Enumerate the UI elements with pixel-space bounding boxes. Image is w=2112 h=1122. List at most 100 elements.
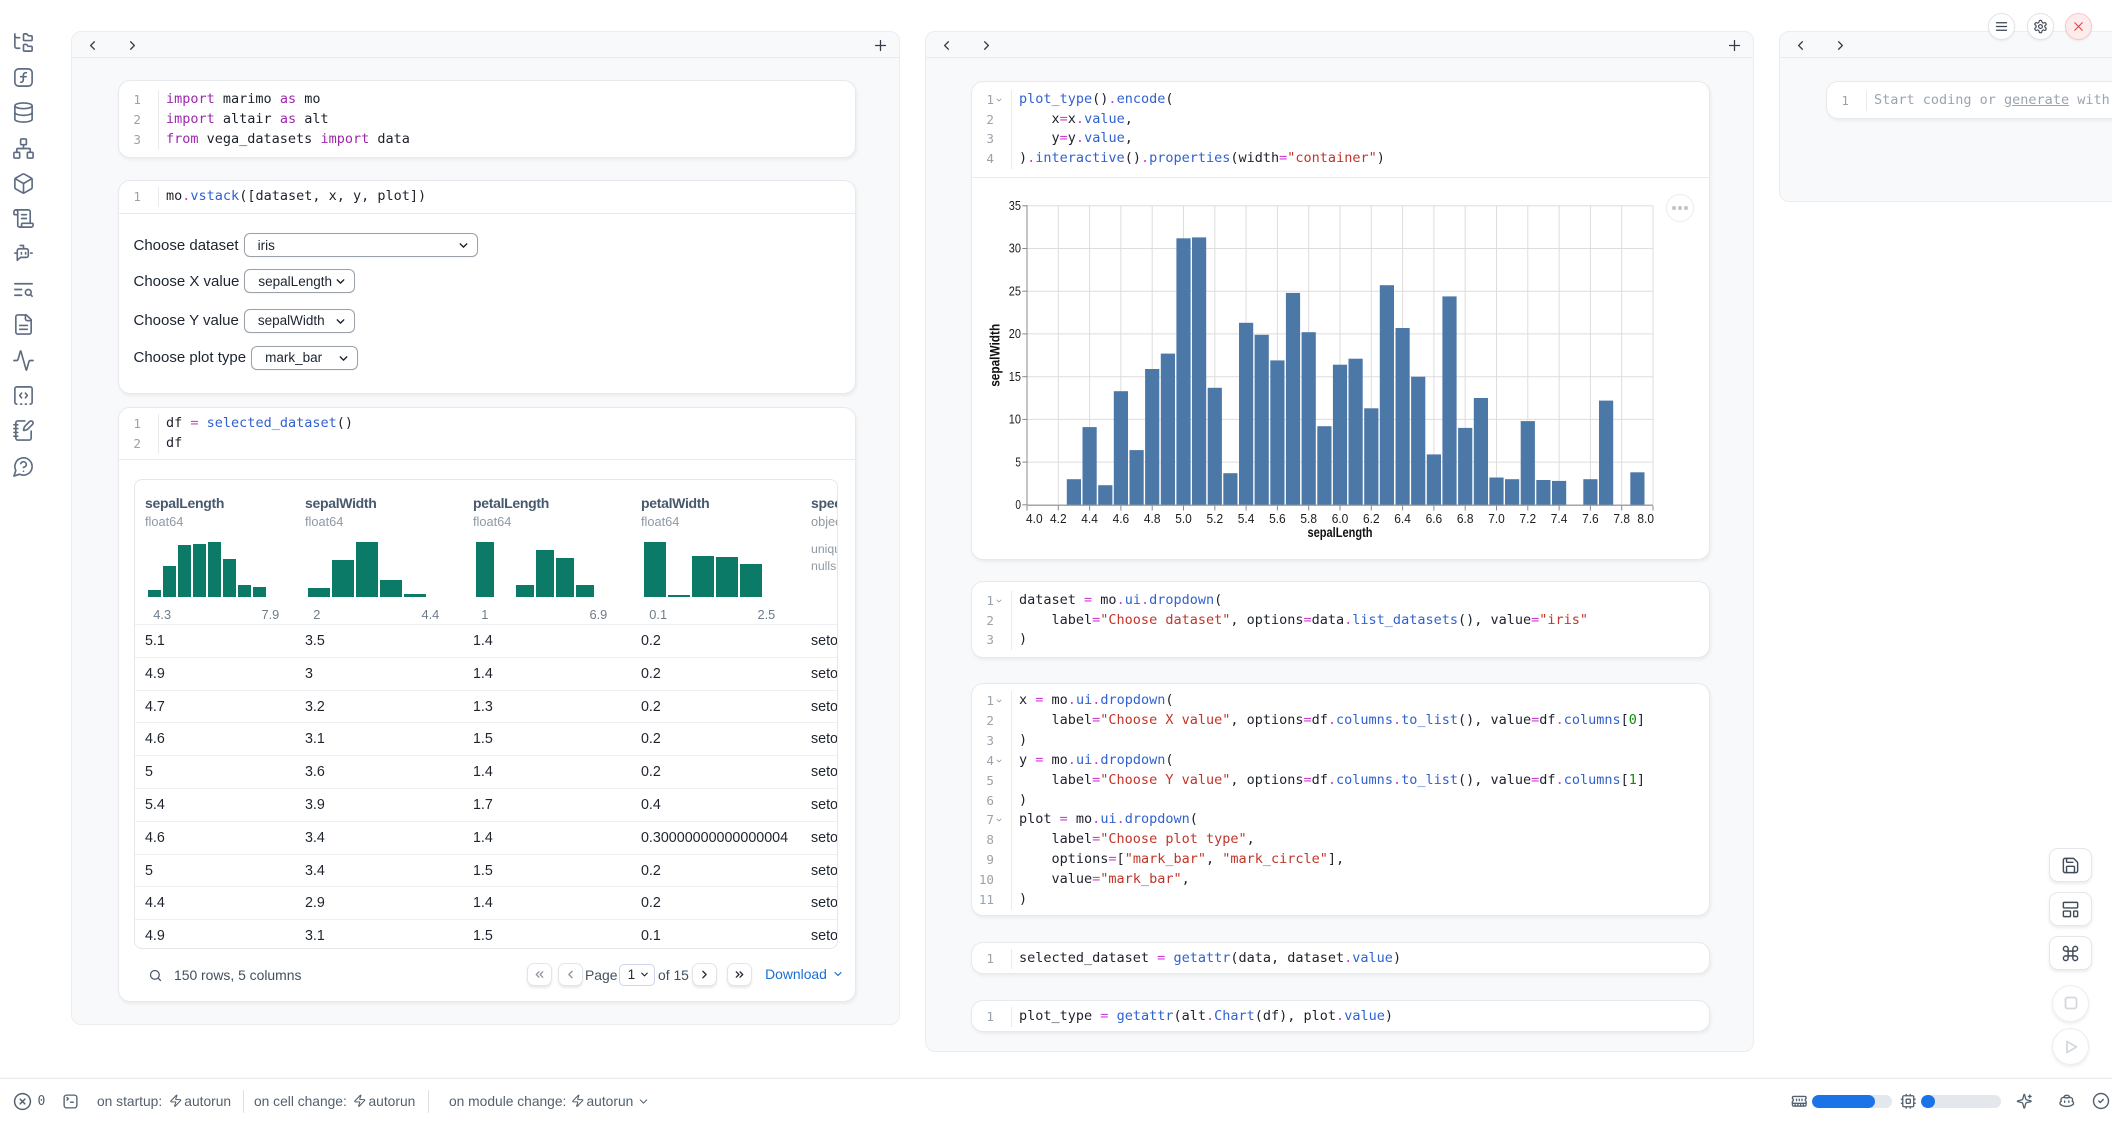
fold-marker bbox=[994, 731, 1005, 751]
cell-imports[interactable]: 1import marimo as mo2import altair as al… bbox=[118, 80, 856, 158]
copilot-button[interactable] bbox=[2058, 1079, 2076, 1122]
column-move-left-button[interactable] bbox=[1790, 35, 1810, 55]
run-button[interactable] bbox=[2052, 1028, 2089, 1065]
code-editor[interactable]: 1Start coding or generate with AI bbox=[1827, 82, 2112, 119]
sidebar-box[interactable] bbox=[12, 172, 35, 195]
table-row[interactable]: 4.63.11.50.2setosa bbox=[135, 722, 837, 755]
sidebar-folder-tree[interactable] bbox=[12, 31, 35, 54]
first-page-button[interactable] bbox=[527, 963, 552, 986]
search-icon[interactable] bbox=[148, 968, 163, 983]
cell-code[interactable]: 1plot_type = getattr(alt.Chart(df), plot… bbox=[971, 1000, 1710, 1032]
on-module-change: on module change: bbox=[449, 1079, 566, 1122]
cell-chart[interactable]: 1plot_type().encode(2 x=x.value,3 y=y.va… bbox=[971, 81, 1710, 560]
code-token: ( bbox=[1214, 592, 1222, 608]
module-change-menu-chevron[interactable] bbox=[637, 1079, 650, 1122]
connection-status-indicator[interactable] bbox=[2092, 1079, 2110, 1122]
sidebar-bot-chat[interactable] bbox=[12, 243, 35, 266]
last-page-button[interactable] bbox=[727, 963, 752, 986]
bar bbox=[1489, 478, 1503, 505]
on-startup-autorun-button[interactable]: autorun bbox=[184, 1079, 231, 1122]
cell-dataframe[interactable]: 1df = selected_dataset()2dfsepalLengthfl… bbox=[118, 407, 856, 1002]
command-palette-button[interactable] bbox=[2049, 936, 2092, 970]
sidebar-network[interactable] bbox=[12, 137, 35, 160]
column-move-right-button[interactable] bbox=[1830, 35, 1850, 55]
column-move-right-button[interactable] bbox=[976, 35, 996, 55]
add-column-button[interactable] bbox=[870, 35, 890, 55]
code-editor[interactable]: 1plot_type = getattr(alt.Chart(df), plot… bbox=[972, 1001, 1709, 1032]
page-select[interactable]: 1 bbox=[619, 964, 656, 986]
cell-vstack[interactable]: 1mo.vstack([dataset, x, y, plot])Choose … bbox=[118, 180, 856, 394]
column-header[interactable]: sepalWidth bbox=[305, 495, 377, 511]
add-column-button[interactable] bbox=[1724, 35, 1744, 55]
sidebar-file-text[interactable] bbox=[12, 313, 35, 336]
code-editor[interactable]: 1x = mo.ui.dropdown(2 label="Choose X va… bbox=[972, 684, 1709, 916]
settings-button[interactable] bbox=[2027, 13, 2054, 40]
table-row[interactable]: 4.42.91.40.2setosa bbox=[135, 886, 837, 919]
code-token: y bbox=[1019, 752, 1035, 768]
on-cell-change-autorun-button[interactable]: autorun bbox=[369, 1079, 416, 1122]
table-row[interactable]: 4.63.41.40.30000000000000004setosa bbox=[135, 821, 837, 854]
column-move-right-button[interactable] bbox=[122, 35, 142, 55]
generate-with-ai-link[interactable]: generate bbox=[2004, 92, 2069, 108]
column-header[interactable]: petalWidth bbox=[641, 495, 709, 511]
placeholder-text: Start coding or bbox=[1874, 92, 2004, 108]
cell-code[interactable]: 1dataset = mo.ui.dropdown(2 label="Choos… bbox=[971, 581, 1710, 658]
zap bbox=[571, 1079, 585, 1122]
chart-menu-button[interactable] bbox=[1666, 194, 1694, 222]
column-header[interactable]: petalLength bbox=[473, 495, 549, 511]
code-editor[interactable]: 1selected_dataset = getattr(data, datase… bbox=[972, 943, 1709, 974]
save-button[interactable] bbox=[2049, 848, 2092, 882]
sidebar-function-square[interactable] bbox=[12, 66, 35, 89]
cell-code[interactable]: 1selected_dataset = getattr(data, datase… bbox=[971, 942, 1710, 974]
code-token: dataset bbox=[1019, 592, 1084, 608]
sidebar-snippets-code[interactable] bbox=[12, 384, 35, 407]
stop-button[interactable] bbox=[2052, 985, 2089, 1022]
terminal-button[interactable] bbox=[62, 1079, 79, 1122]
sidebar-activity[interactable] bbox=[12, 349, 35, 372]
sidebar-text-search[interactable] bbox=[12, 278, 35, 301]
dropdown-select[interactable]: iris bbox=[244, 233, 478, 257]
code-editor[interactable]: 1df = selected_dataset()2df bbox=[119, 408, 855, 459]
y-tick-label: 0 bbox=[1015, 497, 1021, 512]
table-row[interactable]: 4.931.40.2setosa bbox=[135, 657, 837, 690]
table-row[interactable]: 4.73.21.30.2setosa bbox=[135, 690, 837, 723]
column-move-left-button[interactable] bbox=[936, 35, 956, 55]
next-page-button[interactable] bbox=[692, 963, 717, 986]
column-header[interactable]: sepalLength bbox=[145, 495, 224, 511]
sidebar-notebook-pen[interactable] bbox=[12, 419, 35, 442]
error-count-indicator[interactable] bbox=[13, 1079, 32, 1122]
column-move-left-button[interactable] bbox=[82, 35, 102, 55]
menu-button[interactable] bbox=[1988, 13, 2015, 40]
table-row[interactable]: 5.13.51.40.2setosa bbox=[135, 624, 837, 657]
dropdown-select[interactable]: mark_bar bbox=[251, 346, 358, 370]
table-row[interactable]: 53.41.50.2setosa bbox=[135, 854, 837, 887]
code-editor[interactable]: 1plot_type().encode(2 x=x.value,3 y=y.va… bbox=[972, 82, 1709, 177]
shutdown-button[interactable] bbox=[2065, 13, 2092, 40]
download-button[interactable]: Download bbox=[765, 966, 844, 982]
table-row[interactable]: 53.61.40.2setosa bbox=[135, 755, 837, 788]
code-editor[interactable]: 1import marimo as mo2import altair as al… bbox=[119, 81, 855, 158]
x-axis-title: sepalLength bbox=[1308, 525, 1373, 540]
table-row[interactable]: 5.43.91.70.4setosa bbox=[135, 788, 837, 821]
ai-assistant-button[interactable] bbox=[2016, 1079, 2033, 1122]
prev-page-button[interactable] bbox=[558, 963, 583, 986]
bar-chart[interactable]: 4.04.24.44.64.85.05.25.45.65.86.06.26.46… bbox=[972, 177, 1710, 560]
cell-code[interactable]: 1x = mo.ui.dropdown(2 label="Choose X va… bbox=[971, 683, 1710, 916]
sidebar-scroll-text[interactable] bbox=[12, 207, 35, 230]
stop-square-icon bbox=[2059, 991, 2083, 1015]
dropdown-select[interactable]: sepalWidth bbox=[244, 309, 355, 333]
on-module-change-autorun-button[interactable]: autorun bbox=[587, 1079, 634, 1122]
cell-empty[interactable]: 1Start coding or generate with AI bbox=[1826, 81, 2112, 119]
code-editor[interactable]: 1mo.vstack([dataset, x, y, plot]) bbox=[119, 181, 855, 213]
code-token: ], bbox=[1328, 851, 1344, 867]
column-header[interactable]: species bbox=[811, 495, 838, 511]
layout-button[interactable] bbox=[2049, 892, 2092, 926]
code-line: 3from vega_datasets import data bbox=[119, 130, 855, 150]
table-row[interactable]: 4.93.11.50.1setosa bbox=[135, 919, 837, 949]
sidebar-help-circle[interactable] bbox=[12, 455, 35, 478]
sidebar-database[interactable] bbox=[12, 101, 35, 124]
code-editor[interactable]: 1dataset = mo.ui.dropdown(2 label="Choos… bbox=[972, 582, 1709, 658]
dropdown-select[interactable]: sepalLength bbox=[244, 269, 355, 293]
table-cell: 1.4 bbox=[473, 764, 493, 780]
fold-marker bbox=[994, 830, 1005, 850]
